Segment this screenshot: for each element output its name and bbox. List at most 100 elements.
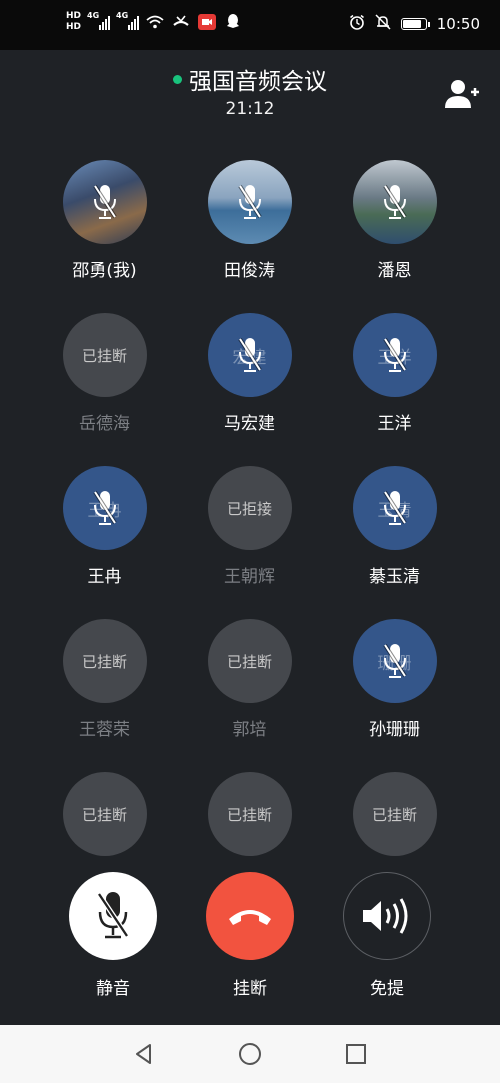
participant-tile[interactable]: 邵勇(我) <box>32 160 177 281</box>
square-recents-icon <box>346 1044 366 1064</box>
participant-status: 已挂断 <box>371 805 417 824</box>
speaker-button[interactable] <box>343 872 431 960</box>
mic-off-icon <box>382 337 407 372</box>
circle-home-icon <box>239 1043 261 1065</box>
participant-tile[interactable]: 已拒接 王朝辉 <box>177 466 322 587</box>
participant-tile[interactable]: 珊珊孙珊珊 <box>322 619 467 740</box>
participant-name: 郭培 <box>232 720 267 740</box>
participant-status: 已挂断 <box>81 346 127 365</box>
call-controls: 静音 挂断 免提 <box>0 872 500 1022</box>
home-button[interactable] <box>237 1041 263 1067</box>
mic-off-icon <box>237 184 262 219</box>
participant-avatar: 王洋 <box>352 313 437 397</box>
participant-avatar: 已挂断 <box>352 772 437 856</box>
video-app-icon <box>197 13 217 31</box>
mic-off-icon <box>382 490 407 525</box>
speaker-control: 免提 <box>327 872 447 999</box>
participant-name: 孙珊珊 <box>369 720 420 740</box>
mute-control: 静音 <box>53 872 173 999</box>
participant-tile[interactable]: 玉清綦玉清 <box>322 466 467 587</box>
hd-label: HD <box>66 22 82 32</box>
participant-name: 潘恩 <box>377 261 412 281</box>
participant-status: 已拒接 <box>226 499 272 518</box>
participant-tile[interactable]: 王洋王洋 <box>322 313 467 434</box>
meeting-header: 强国音频会议 21:12 <box>0 62 500 119</box>
network-type: 4G <box>116 11 129 20</box>
hd-voice-indicator: HD HD <box>66 11 81 33</box>
mute-notifications-icon <box>375 14 391 34</box>
mic-off-icon <box>382 643 407 678</box>
participant-name: 王朝辉 <box>224 567 275 587</box>
participant-name: 王蓉荣 <box>79 720 130 740</box>
call-timer: 21:12 <box>225 99 275 119</box>
participant-avatar: 玉清 <box>352 466 437 550</box>
participant-status: 已挂断 <box>81 652 127 671</box>
signal-icon: 4G <box>116 11 140 30</box>
participant-tile[interactable]: 王冉王冉 <box>32 466 177 587</box>
participant-avatar: 王冉 <box>62 466 147 550</box>
participant-avatar: 珊珊 <box>352 619 437 703</box>
participant-avatar <box>62 160 147 244</box>
hangup-control: 挂断 <box>190 872 310 999</box>
mute-button[interactable] <box>69 872 157 960</box>
hangup-phone-icon <box>229 910 271 925</box>
qq-icon <box>223 13 243 31</box>
participant-name: 田俊涛 <box>224 261 275 281</box>
status-bar: HD HD 4G 4G 10:50 <box>0 0 500 50</box>
recents-button[interactable] <box>343 1041 369 1067</box>
add-user-icon <box>445 80 479 108</box>
participant-tile[interactable]: 宏建马宏建 <box>177 313 322 434</box>
online-status-dot <box>173 74 182 84</box>
participant-tile[interactable]: 已挂断 王蓉荣 <box>32 619 177 740</box>
add-participant-button[interactable] <box>444 78 480 110</box>
participant-status: 已挂断 <box>226 805 272 824</box>
mic-off-icon <box>237 337 262 372</box>
back-button[interactable] <box>131 1041 157 1067</box>
participant-avatar: 已拒接 <box>207 466 292 550</box>
participant-grid: 邵勇(我)田俊涛潘恩已挂断岳德海宏建马宏建王洋王洋王冉王冉已拒接王朝辉玉清綦玉清… <box>32 160 468 860</box>
participant-avatar: 已挂断 <box>62 313 147 397</box>
participant-status: 已挂断 <box>226 652 272 671</box>
mic-off-icon <box>96 892 130 939</box>
missed-call-icon <box>171 13 191 31</box>
speaker-icon <box>363 898 408 934</box>
participant-tile[interactable]: 已挂断 <box>322 772 467 860</box>
network-type: 4G <box>87 11 100 20</box>
participant-tile[interactable]: 田俊涛 <box>177 160 322 281</box>
battery-fill <box>402 20 421 28</box>
signal-icon: 4G <box>87 11 111 30</box>
mute-label: 静音 <box>96 979 130 999</box>
participant-name: 邵勇(我) <box>72 261 137 281</box>
wifi-icon <box>145 13 165 31</box>
participant-status: 已挂断 <box>81 805 127 824</box>
participant-avatar: 已挂断 <box>62 619 147 703</box>
alarm-icon <box>349 14 365 34</box>
participant-avatar: 已挂断 <box>207 772 292 856</box>
clock: 10:50 <box>436 15 480 33</box>
participant-tile[interactable]: 已挂断 <box>32 772 177 860</box>
participant-avatar: 已挂断 <box>207 619 292 703</box>
mic-off-icon <box>382 184 407 219</box>
speaker-label: 免提 <box>370 979 404 999</box>
participant-tile[interactable]: 潘恩 <box>322 160 467 281</box>
hangup-label: 挂断 <box>233 979 267 999</box>
participant-avatar: 已挂断 <box>62 772 147 856</box>
meeting-title: 强国音频会议 <box>189 69 327 95</box>
participant-name: 王洋 <box>377 414 412 434</box>
participant-name: 岳德海 <box>79 414 130 434</box>
system-nav-bar <box>0 1025 500 1083</box>
mic-off-icon <box>92 184 117 219</box>
participant-avatar <box>207 160 292 244</box>
participant-name: 马宏建 <box>224 414 275 434</box>
battery-icon <box>400 18 430 30</box>
participant-name: 綦玉清 <box>369 567 420 587</box>
hd-label: HD <box>66 11 82 21</box>
participant-tile[interactable]: 已挂断 郭培 <box>177 619 322 740</box>
hangup-button[interactable] <box>206 872 294 960</box>
participant-tile[interactable]: 已挂断 岳德海 <box>32 313 177 434</box>
participant-name: 王冉 <box>87 567 122 587</box>
participant-tile[interactable]: 已挂断 <box>177 772 322 860</box>
participant-avatar: 宏建 <box>207 313 292 397</box>
triangle-back-icon <box>136 1044 151 1064</box>
mic-off-icon <box>92 490 117 525</box>
